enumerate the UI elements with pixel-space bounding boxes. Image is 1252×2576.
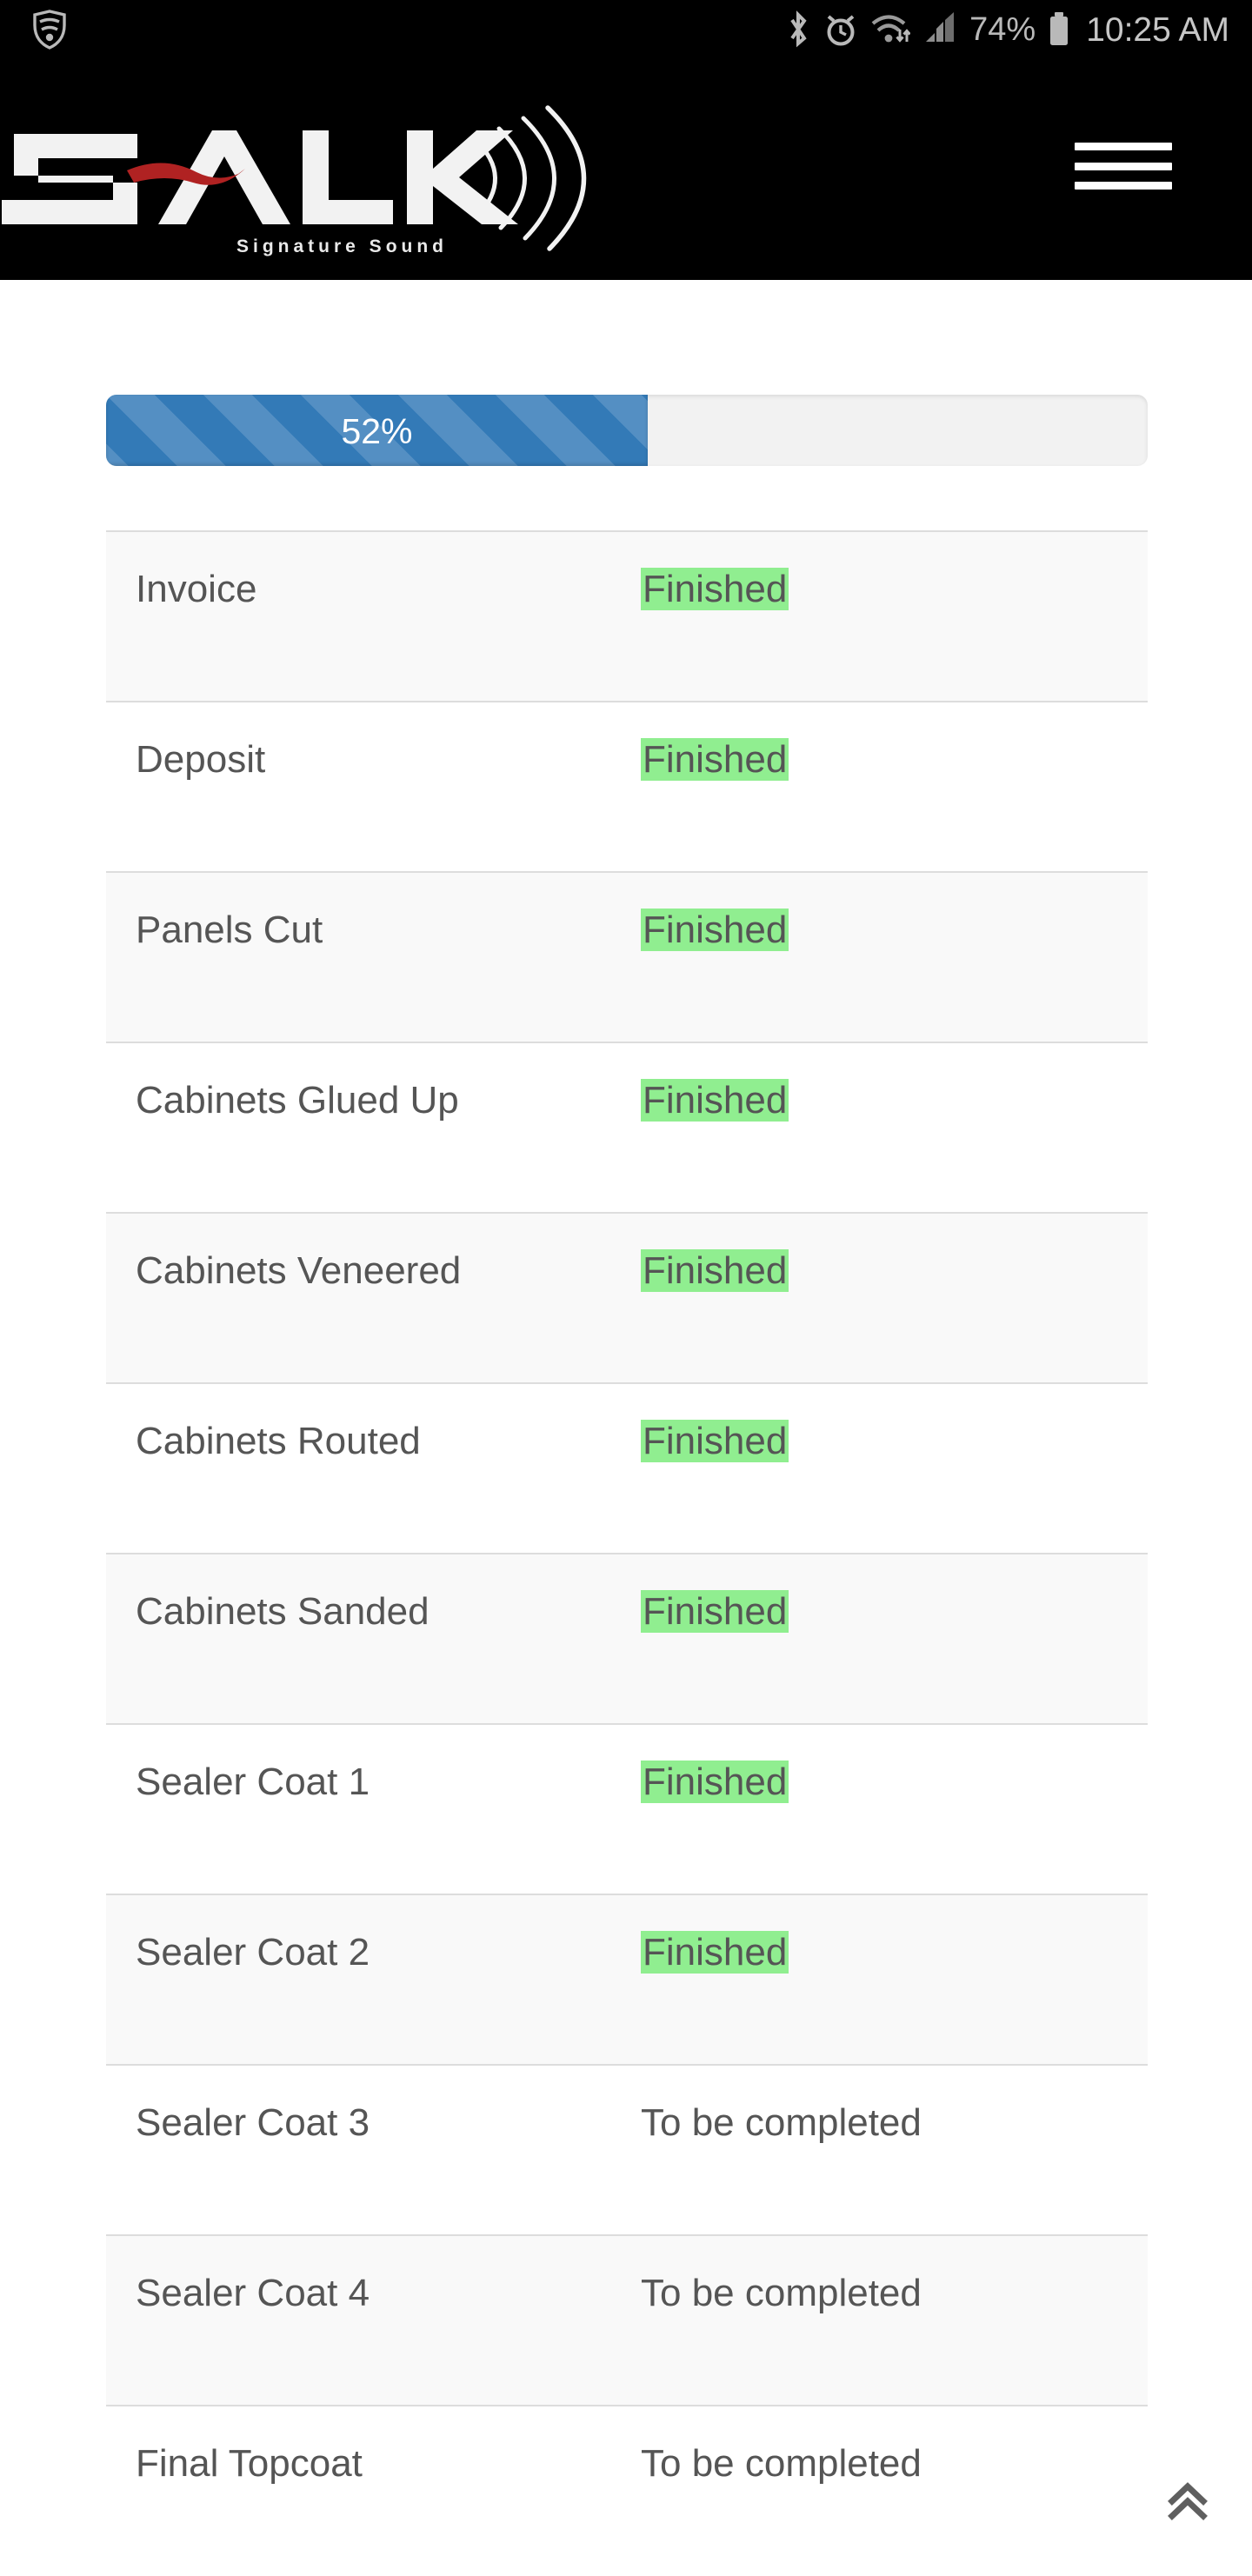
task-name-label: Sealer Coat 4 (136, 2236, 629, 2314)
scroll-to-top-button[interactable] (1146, 2462, 1229, 2546)
double-chevron-up-icon (1163, 2479, 1212, 2530)
system-status-bar: 74% 10:25 AM (0, 0, 1252, 59)
table-row: Cabinets Routed Finished (106, 1383, 1148, 1554)
task-status-cell: To be completed (629, 2065, 1148, 2235)
task-status-wrap: To be completed (641, 2406, 1148, 2485)
hamburger-line (1075, 163, 1172, 170)
table-row: Sealer Coat 1 Finished (106, 1724, 1148, 1894)
build-progress-label: 52% (341, 414, 412, 449)
task-status-cell: Finished (629, 1724, 1148, 1894)
hamburger-line (1075, 143, 1172, 150)
table-row: Cabinets Veneered Finished (106, 1213, 1148, 1383)
task-status-wrap: Finished (641, 532, 1148, 610)
table-row: Deposit Finished (106, 702, 1148, 872)
task-name-cell: Cabinets Veneered (106, 1213, 629, 1383)
task-name-label: Sealer Coat 2 (136, 1895, 629, 1974)
task-status-cell: Finished (629, 531, 1148, 702)
task-status-cell: Finished (629, 1894, 1148, 2065)
task-status-wrap: To be completed (641, 2066, 1148, 2144)
task-name-cell: Cabinets Routed (106, 1383, 629, 1554)
task-name-label: Invoice (136, 532, 629, 610)
task-name-label: Final Topcoat (136, 2406, 629, 2485)
build-progress-bar: 52% (106, 395, 1148, 466)
status-badge-finished: Finished (641, 1420, 789, 1462)
task-status-wrap: To be completed (641, 2236, 1148, 2314)
task-name-cell: Final Topcoat (106, 2406, 629, 2576)
status-badge-finished: Finished (641, 1249, 789, 1292)
task-status-cell: Finished (629, 1554, 1148, 1724)
task-name-cell: Invoice (106, 531, 629, 702)
status-bar-clock: 10:25 AM (1086, 13, 1229, 47)
task-name-cell: Sealer Coat 3 (106, 2065, 629, 2235)
task-name-label: Deposit (136, 702, 629, 781)
cellular-signal-icon (922, 10, 957, 49)
bluetooth-icon (785, 10, 811, 49)
status-badge-finished: Finished (641, 568, 789, 610)
status-badge-finished: Finished (641, 1931, 789, 1974)
task-status-cell: Finished (629, 1213, 1148, 1383)
brand-tagline: Signature Sound (236, 236, 448, 256)
hamburger-line (1075, 182, 1172, 190)
battery-icon (1048, 10, 1070, 49)
task-status-cell: To be completed (629, 2235, 1148, 2406)
task-name-cell: Deposit (106, 702, 629, 872)
table-row: Cabinets Glued Up Finished (106, 1042, 1148, 1213)
task-status-wrap: Finished (641, 873, 1148, 951)
task-name-label: Cabinets Veneered (136, 1214, 629, 1292)
task-status-wrap: Finished (641, 1214, 1148, 1292)
build-progress-fill: 52% (106, 395, 648, 466)
status-badge-finished: Finished (641, 909, 789, 951)
task-name-cell: Sealer Coat 4 (106, 2235, 629, 2406)
app-header: Signature Sound (0, 59, 1252, 280)
task-name-label: Sealer Coat 1 (136, 1725, 629, 1803)
task-name-label: Cabinets Sanded (136, 1554, 629, 1633)
table-row: Sealer Coat 3 To be completed (106, 2065, 1148, 2235)
task-status-wrap: Finished (641, 1895, 1148, 1974)
task-status-wrap: Finished (641, 1384, 1148, 1462)
shield-wifi-icon (31, 10, 68, 50)
status-badge-pending: To be completed (641, 2272, 922, 2314)
task-status-cell: Finished (629, 872, 1148, 1042)
task-name-cell: Cabinets Sanded (106, 1554, 629, 1724)
status-badge-pending: To be completed (641, 2442, 922, 2485)
task-status-cell: Finished (629, 702, 1148, 872)
table-row: Invoice Finished (106, 531, 1148, 702)
status-badge-finished: Finished (641, 1590, 789, 1633)
table-row: Sealer Coat 2 Finished (106, 1894, 1148, 2065)
table-row: Cabinets Sanded Finished (106, 1554, 1148, 1724)
task-name-label: Sealer Coat 3 (136, 2066, 629, 2144)
hamburger-menu-icon[interactable] (1075, 134, 1179, 198)
status-badge-finished: Finished (641, 738, 789, 781)
table-row: Sealer Coat 4 To be completed (106, 2235, 1148, 2406)
status-badge-finished: Finished (641, 1761, 789, 1803)
task-name-cell: Sealer Coat 2 (106, 1894, 629, 2065)
wifi-icon (870, 10, 910, 49)
status-bar-right-icons: 74% 10:25 AM (785, 10, 1229, 49)
task-name-label: Cabinets Routed (136, 1384, 629, 1462)
task-status-cell: Finished (629, 1383, 1148, 1554)
task-name-cell: Sealer Coat 1 (106, 1724, 629, 1894)
status-badge-finished: Finished (641, 1079, 789, 1122)
task-status-cell: To be completed (629, 2406, 1148, 2576)
task-status-wrap: Finished (641, 1043, 1148, 1122)
task-status-wrap: Finished (641, 1725, 1148, 1803)
task-status-cell: Finished (629, 1042, 1148, 1213)
task-name-cell: Cabinets Glued Up (106, 1042, 629, 1213)
alarm-clock-icon (823, 10, 858, 49)
task-name-cell: Panels Cut (106, 872, 629, 1042)
task-name-label: Cabinets Glued Up (136, 1043, 629, 1122)
status-badge-pending: To be completed (641, 2101, 922, 2144)
build-status-table: InvoiceFinishedDepositFinishedPanels Cut… (106, 530, 1148, 2576)
battery-percent-label: 74% (969, 13, 1036, 46)
task-name-label: Panels Cut (136, 873, 629, 951)
salk-logo[interactable]: Signature Sound (0, 85, 628, 259)
task-status-wrap: Finished (641, 702, 1148, 781)
status-bar-left-icons (31, 10, 68, 50)
table-row: Panels Cut Finished (106, 872, 1148, 1042)
table-row: Final Topcoat To be completed (106, 2406, 1148, 2576)
task-status-wrap: Finished (641, 1554, 1148, 1633)
